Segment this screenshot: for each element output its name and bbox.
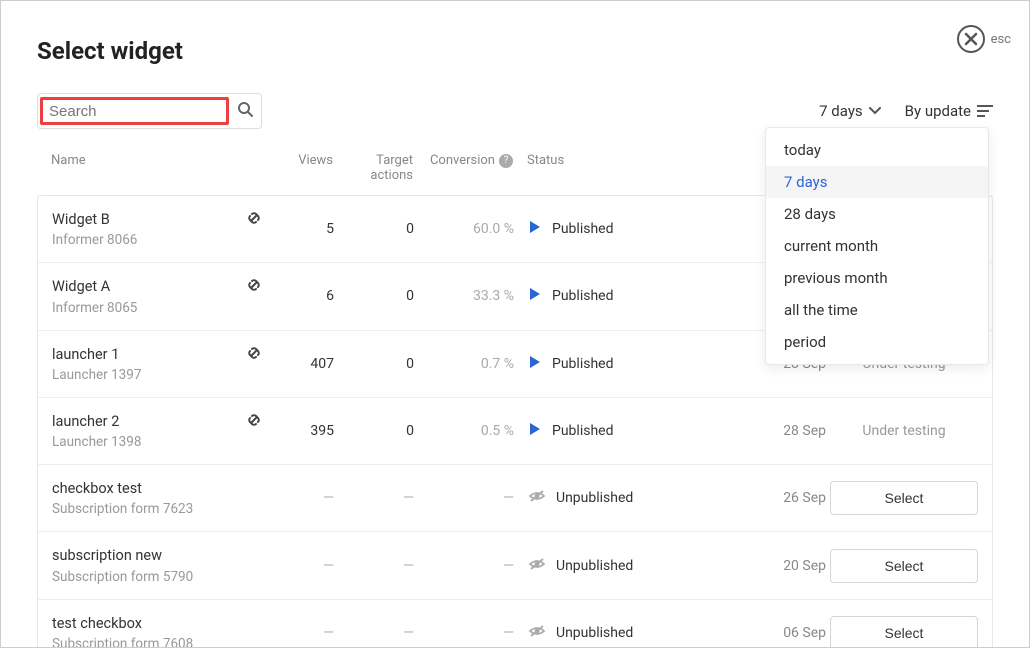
status-text: Published: [552, 288, 613, 304]
conversion-cell: 0.5 %: [414, 423, 514, 439]
widget-subtitle: Launcher 1398: [52, 434, 141, 450]
conversion-cell: 33.3 %: [414, 288, 514, 304]
conversion-cell: —: [414, 490, 514, 506]
conversion-cell: —: [414, 558, 514, 574]
link-icon[interactable]: [246, 277, 262, 297]
widget-name: Widget A: [52, 277, 137, 297]
table-row: test checkboxSubscription form 7608———Un…: [38, 600, 992, 648]
period-option[interactable]: 28 days: [766, 198, 988, 230]
col-name: Name: [51, 153, 261, 168]
table-row: launcher 2 Launcher 1398 39500.5 % Publishe…: [38, 398, 992, 465]
period-option[interactable]: 7 days: [766, 166, 988, 198]
widget-name: checkbox test: [52, 479, 193, 499]
widget-subtitle: Informer 8066: [52, 232, 137, 248]
status-text: Unpublished: [556, 625, 633, 641]
select-button[interactable]: Select: [830, 481, 978, 515]
sort-icon: [977, 105, 993, 117]
sort-label: By update: [905, 102, 971, 120]
page-title: Select widget: [37, 37, 993, 65]
widget-name: Widget B: [52, 210, 137, 230]
col-target: Target actions: [333, 153, 413, 183]
status-text: Unpublished: [556, 558, 633, 574]
period-dropdown-menu: today7 days28 dayscurrent monthprevious …: [765, 127, 989, 365]
widget-subtitle: Subscription form 7623: [52, 501, 193, 517]
conversion-cell: 0.7 %: [414, 356, 514, 372]
target-cell: 0: [334, 288, 414, 304]
target-cell: 0: [334, 356, 414, 372]
search-input[interactable]: [43, 103, 226, 120]
esc-label: esc: [991, 32, 1011, 47]
table-row: checkbox testSubscription form 7623———Un…: [38, 465, 992, 532]
play-icon: [528, 287, 542, 305]
period-option[interactable]: previous month: [766, 262, 988, 294]
target-cell: 0: [334, 221, 414, 237]
period-filter-label: 7 days: [819, 102, 863, 120]
search-highlight-box: [40, 97, 229, 125]
status-text: Unpublished: [556, 490, 633, 506]
select-widget-modal: esc Select widget 7 days By update: [0, 0, 1030, 648]
updated-cell: 26 Sep: [734, 490, 826, 506]
views-cell: 6: [262, 288, 334, 304]
period-filter-dropdown[interactable]: 7 days: [819, 102, 881, 120]
close-button[interactable]: [957, 25, 985, 53]
eye-off-icon: [528, 557, 546, 575]
views-cell: 407: [262, 356, 334, 372]
widget-name: launcher 2: [52, 412, 141, 432]
target-cell: —: [334, 558, 414, 574]
play-icon: [528, 422, 542, 440]
period-option[interactable]: today: [766, 134, 988, 166]
views-cell: 5: [262, 221, 334, 237]
col-views: Views: [261, 153, 333, 168]
conversion-cell: 60.0 %: [414, 221, 514, 237]
select-button[interactable]: Select: [830, 549, 978, 583]
widget-subtitle: Informer 8065: [52, 300, 137, 316]
play-icon: [528, 220, 542, 238]
sort-dropdown[interactable]: By update: [905, 102, 993, 120]
widget-subtitle: Launcher 1397: [52, 367, 141, 383]
col-status: Status: [513, 153, 733, 168]
action-status-text: Under testing: [830, 423, 978, 439]
views-cell: —: [262, 490, 334, 506]
target-cell: —: [334, 625, 414, 641]
target-cell: —: [334, 490, 414, 506]
play-icon: [528, 355, 542, 373]
updated-cell: 06 Sep: [734, 625, 826, 641]
chevron-down-icon: [869, 107, 881, 115]
eye-off-icon: [528, 489, 546, 507]
widget-name: launcher 1: [52, 345, 141, 365]
updated-cell: 28 Sep: [734, 423, 826, 439]
help-icon[interactable]: ?: [499, 154, 513, 168]
views-cell: —: [262, 558, 334, 574]
close-icon: [964, 32, 978, 46]
period-option[interactable]: current month: [766, 230, 988, 262]
conversion-cell: —: [414, 625, 514, 641]
eye-off-icon: [528, 624, 546, 642]
target-cell: 0: [334, 423, 414, 439]
status-text: Published: [552, 423, 613, 439]
status-text: Published: [552, 221, 613, 237]
updated-cell: 20 Sep: [734, 558, 826, 574]
link-icon[interactable]: [246, 210, 262, 230]
link-icon[interactable]: [246, 345, 262, 365]
period-option[interactable]: period: [766, 326, 988, 358]
select-button[interactable]: Select: [830, 616, 978, 648]
views-cell: 395: [262, 423, 334, 439]
widget-subtitle: Subscription form 7608: [52, 636, 193, 648]
views-cell: —: [262, 625, 334, 641]
link-icon[interactable]: [246, 412, 262, 432]
widget-name: test checkbox: [52, 614, 193, 634]
search-field-container[interactable]: [37, 93, 262, 129]
period-option[interactable]: all the time: [766, 294, 988, 326]
search-icon[interactable]: [237, 101, 253, 121]
table-row: subscription newSubscription form 5790——…: [38, 532, 992, 599]
widget-name: subscription new: [52, 546, 193, 566]
widget-subtitle: Subscription form 5790: [52, 569, 193, 585]
status-text: Published: [552, 356, 613, 372]
col-conversion: Conversion ?: [413, 153, 513, 168]
